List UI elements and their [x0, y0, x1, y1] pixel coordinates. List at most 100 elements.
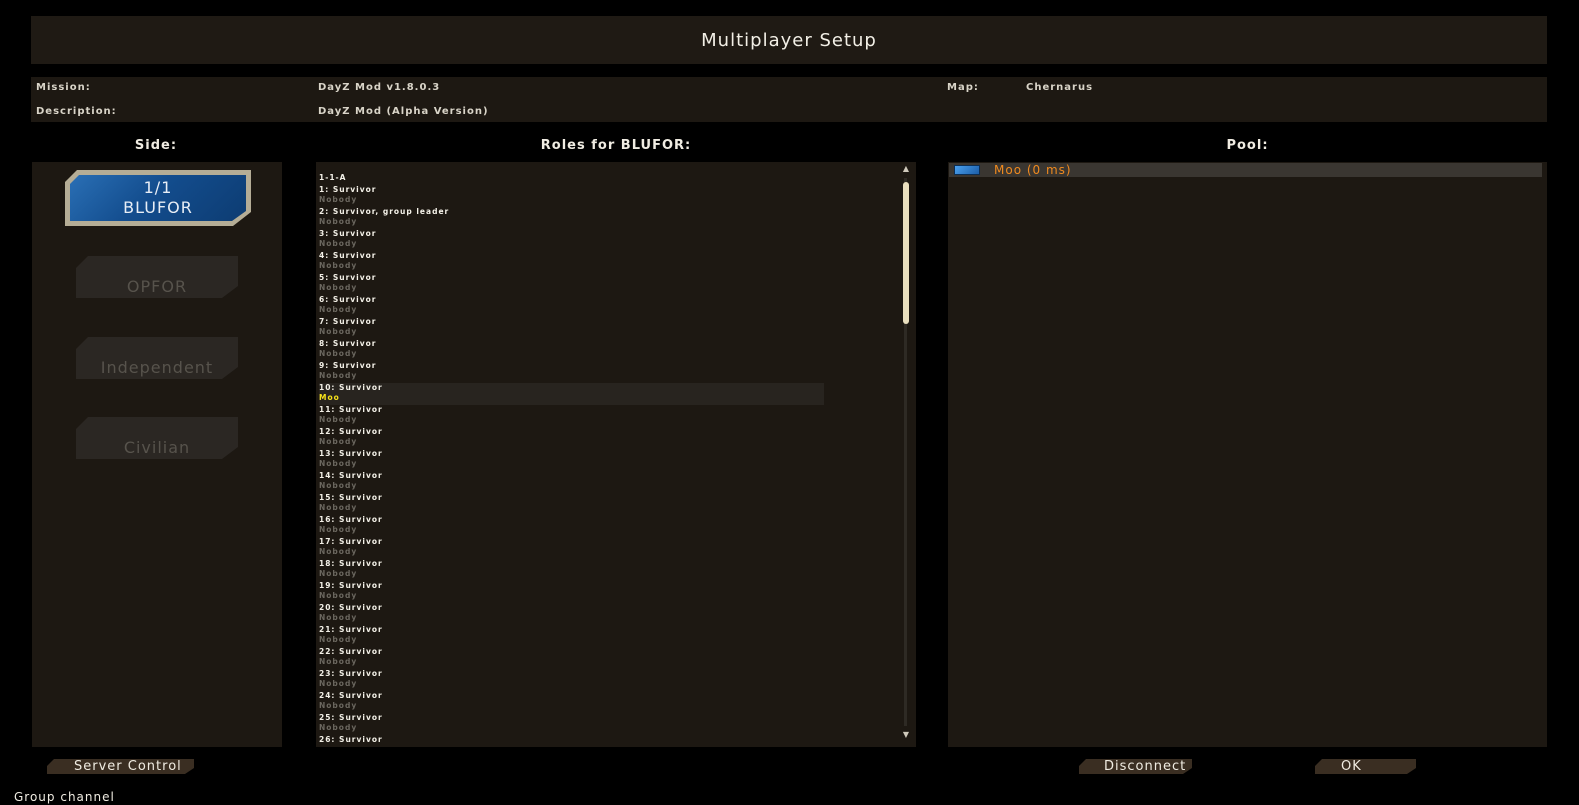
independent-label: Independent [100, 358, 214, 377]
role-slot[interactable]: 13: Survivor Nobody [319, 449, 904, 471]
role-player: Nobody [319, 217, 358, 226]
role-slot[interactable]: 18: Survivor Nobody [319, 559, 904, 581]
role-slot[interactable]: 4: Survivor Nobody [319, 251, 904, 273]
role-name: 6: Survivor [319, 295, 377, 304]
roles-list[interactable]: 1-1-A 1: Survivor Nobody 2: Survivor, grou… [319, 173, 904, 747]
group-header: 1-1-A [319, 173, 347, 182]
opfor-label: OPFOR [126, 277, 188, 296]
role-name: 13: Survivor [319, 449, 383, 458]
role-player: Nobody [319, 723, 358, 732]
pool-panel: Moo (0 ms) [948, 162, 1547, 747]
role-player: Nobody [319, 261, 358, 270]
role-slot[interactable]: 22: Survivor Nobody [319, 647, 904, 669]
role-slot[interactable]: 21: Survivor Nobody [319, 625, 904, 647]
role-name: 22: Survivor [319, 647, 383, 656]
role-slot[interactable]: 1: Survivor Nobody [319, 185, 904, 207]
role-slot[interactable]: 9: Survivor Nobody [319, 361, 904, 383]
role-slot[interactable]: 8: Survivor Nobody [319, 339, 904, 361]
server-control-label: Server Control [74, 759, 182, 774]
role-name: 1: Survivor [319, 185, 377, 194]
map-value: Chernarus [1026, 82, 1094, 93]
window-title-bar: Multiplayer Setup [31, 16, 1547, 64]
role-slot[interactable]: 26: Survivor [319, 735, 904, 747]
role-name: 12: Survivor [319, 427, 383, 436]
role-player: Nobody [319, 415, 358, 424]
side-panel: 1/1 BLUFOR OPFOR Independent Civilian [32, 162, 282, 747]
blufor-slot-count: 1/1 [143, 178, 173, 197]
window-title: Multiplayer Setup [701, 29, 877, 51]
side-button-civilian[interactable]: Civilian [76, 417, 238, 459]
role-slot[interactable]: 20: Survivor Nobody [319, 603, 904, 625]
role-slot[interactable]: 7: Survivor Nobody [319, 317, 904, 339]
server-control-button[interactable]: Server Control [47, 759, 194, 774]
role-player: Nobody [319, 305, 358, 314]
role-slot[interactable]: 6: Survivor Nobody [319, 295, 904, 317]
side-button-blufor[interactable]: 1/1 BLUFOR [65, 170, 251, 226]
role-name: 23: Survivor [319, 669, 383, 678]
player-side-icon [954, 165, 980, 175]
role-name: 17: Survivor [319, 537, 383, 546]
scroll-thumb[interactable] [903, 182, 909, 324]
role-name: 20: Survivor [319, 603, 383, 612]
role-player: Nobody [319, 701, 358, 710]
role-name: 26: Survivor [319, 735, 383, 744]
role-slot[interactable]: 10: Survivor Moo [319, 383, 824, 405]
role-name: 11: Survivor [319, 405, 383, 414]
role-player: Nobody [319, 349, 358, 358]
role-player: Nobody [319, 437, 358, 446]
role-player: Nobody [319, 239, 358, 248]
side-button-opfor[interactable]: OPFOR [76, 256, 238, 298]
role-player: Nobody [319, 195, 358, 204]
role-player: Nobody [319, 503, 358, 512]
role-player: Nobody [319, 613, 358, 622]
mission-info-box: Mission: DayZ Mod v1.8.0.3 Description: … [31, 77, 1547, 122]
side-header: Side: [134, 138, 178, 153]
role-name: 8: Survivor [319, 339, 377, 348]
role-slot[interactable]: 2: Survivor, group leader Nobody [319, 207, 904, 229]
role-slot[interactable]: 25: Survivor Nobody [319, 713, 904, 735]
role-slot[interactable]: 11: Survivor Nobody [319, 405, 904, 427]
corner-accent-icon [47, 759, 53, 765]
role-player: Nobody [319, 327, 358, 336]
role-player: Nobody [319, 371, 358, 380]
role-slot[interactable]: 15: Survivor Nobody [319, 493, 904, 515]
disconnect-button[interactable]: Disconnect [1079, 759, 1192, 774]
role-slot[interactable]: 24: Survivor Nobody [319, 691, 904, 713]
role-name: 16: Survivor [319, 515, 383, 524]
role-player: Nobody [319, 657, 358, 666]
role-name: 19: Survivor [319, 581, 383, 590]
chat-channel-label: Group channel [14, 790, 115, 804]
role-player: Moo [319, 393, 340, 402]
role-player: Nobody [319, 481, 358, 490]
role-slot[interactable]: 5: Survivor Nobody [319, 273, 904, 295]
role-name: 25: Survivor [319, 713, 383, 722]
role-name: 24: Survivor [319, 691, 383, 700]
map-label: Map: [947, 82, 979, 93]
blufor-label: BLUFOR [123, 198, 193, 217]
role-player: Nobody [319, 283, 358, 292]
role-slot[interactable]: 16: Survivor Nobody [319, 515, 904, 537]
corner-accent-icon [1079, 759, 1085, 765]
side-button-independent[interactable]: Independent [76, 337, 238, 379]
mission-value: DayZ Mod v1.8.0.3 [318, 82, 441, 93]
role-slot[interactable]: 23: Survivor Nobody [319, 669, 904, 691]
role-slot[interactable]: 14: Survivor Nobody [319, 471, 904, 493]
role-slot[interactable]: 12: Survivor Nobody [319, 427, 904, 449]
role-name: 4: Survivor [319, 251, 377, 260]
role-player: Nobody [319, 591, 358, 600]
corner-accent-icon [1315, 759, 1321, 765]
role-slot[interactable]: 17: Survivor Nobody [319, 537, 904, 559]
ok-button[interactable]: OK [1315, 759, 1416, 774]
role-player: Nobody [319, 525, 358, 534]
scroll-down-icon[interactable]: ▼ [901, 730, 911, 740]
role-slot[interactable]: 3: Survivor Nobody [319, 229, 904, 251]
roles-panel: 1-1-A 1: Survivor Nobody 2: Survivor, grou… [316, 162, 916, 747]
role-slot[interactable]: 19: Survivor Nobody [319, 581, 904, 603]
pool-player-row[interactable]: Moo (0 ms) [949, 163, 1542, 177]
scroll-up-icon[interactable]: ▲ [901, 164, 911, 174]
role-name: 9: Survivor [319, 361, 377, 370]
roles-scrollbar[interactable]: ▲ ▼ [901, 164, 911, 742]
role-player: Nobody [319, 635, 358, 644]
role-name: 3: Survivor [319, 229, 377, 238]
description-label: Description: [36, 106, 117, 117]
